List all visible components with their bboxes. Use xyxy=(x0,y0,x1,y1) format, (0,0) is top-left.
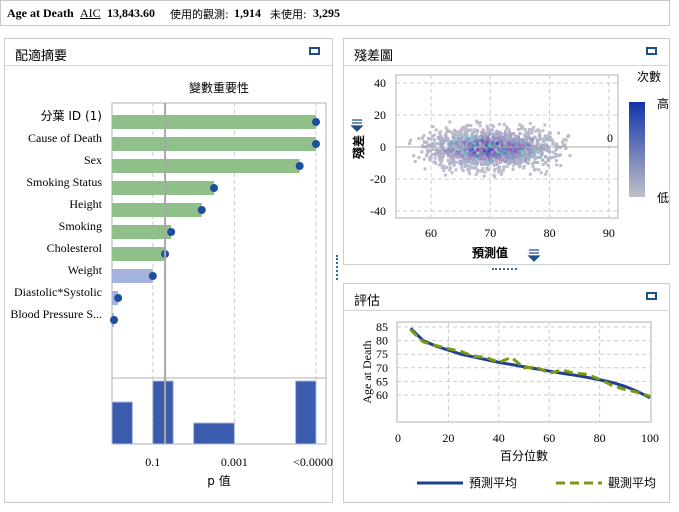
x-tick-label: 80 xyxy=(594,431,606,445)
legend-label: 觀測平均 xyxy=(608,476,656,490)
assessment-chart: 0 20 40 60 80 100606570758085預測平均 觀測平均百分位數Age … xyxy=(360,320,659,490)
y-tick-label: 80 xyxy=(376,334,388,348)
y-tick-label: 70 xyxy=(376,361,388,375)
x-tick-label: 60 xyxy=(543,431,555,445)
x-axis-label: 百分位數 xyxy=(500,448,548,463)
x-tick-label: 20 xyxy=(442,431,454,445)
y-tick-label: 85 xyxy=(376,320,388,334)
y-tick-label: 65 xyxy=(376,374,388,388)
plot-frame xyxy=(396,321,652,423)
legend-label: 預測平均 xyxy=(469,476,517,490)
x-tick-label: 40 xyxy=(493,431,505,445)
x-tick-label: 100 xyxy=(641,431,659,445)
y-tick-label: 60 xyxy=(376,388,388,402)
y-axis-label: Age at Death xyxy=(360,340,374,403)
x-tick-label: 0 xyxy=(395,431,401,445)
assessment-panel: 評估 0 20 40 60 80 100 60 65 70 75 80 85 預測平均 觀測平均 百分位數 A… xyxy=(343,283,670,503)
y-tick-label: 75 xyxy=(376,347,388,361)
